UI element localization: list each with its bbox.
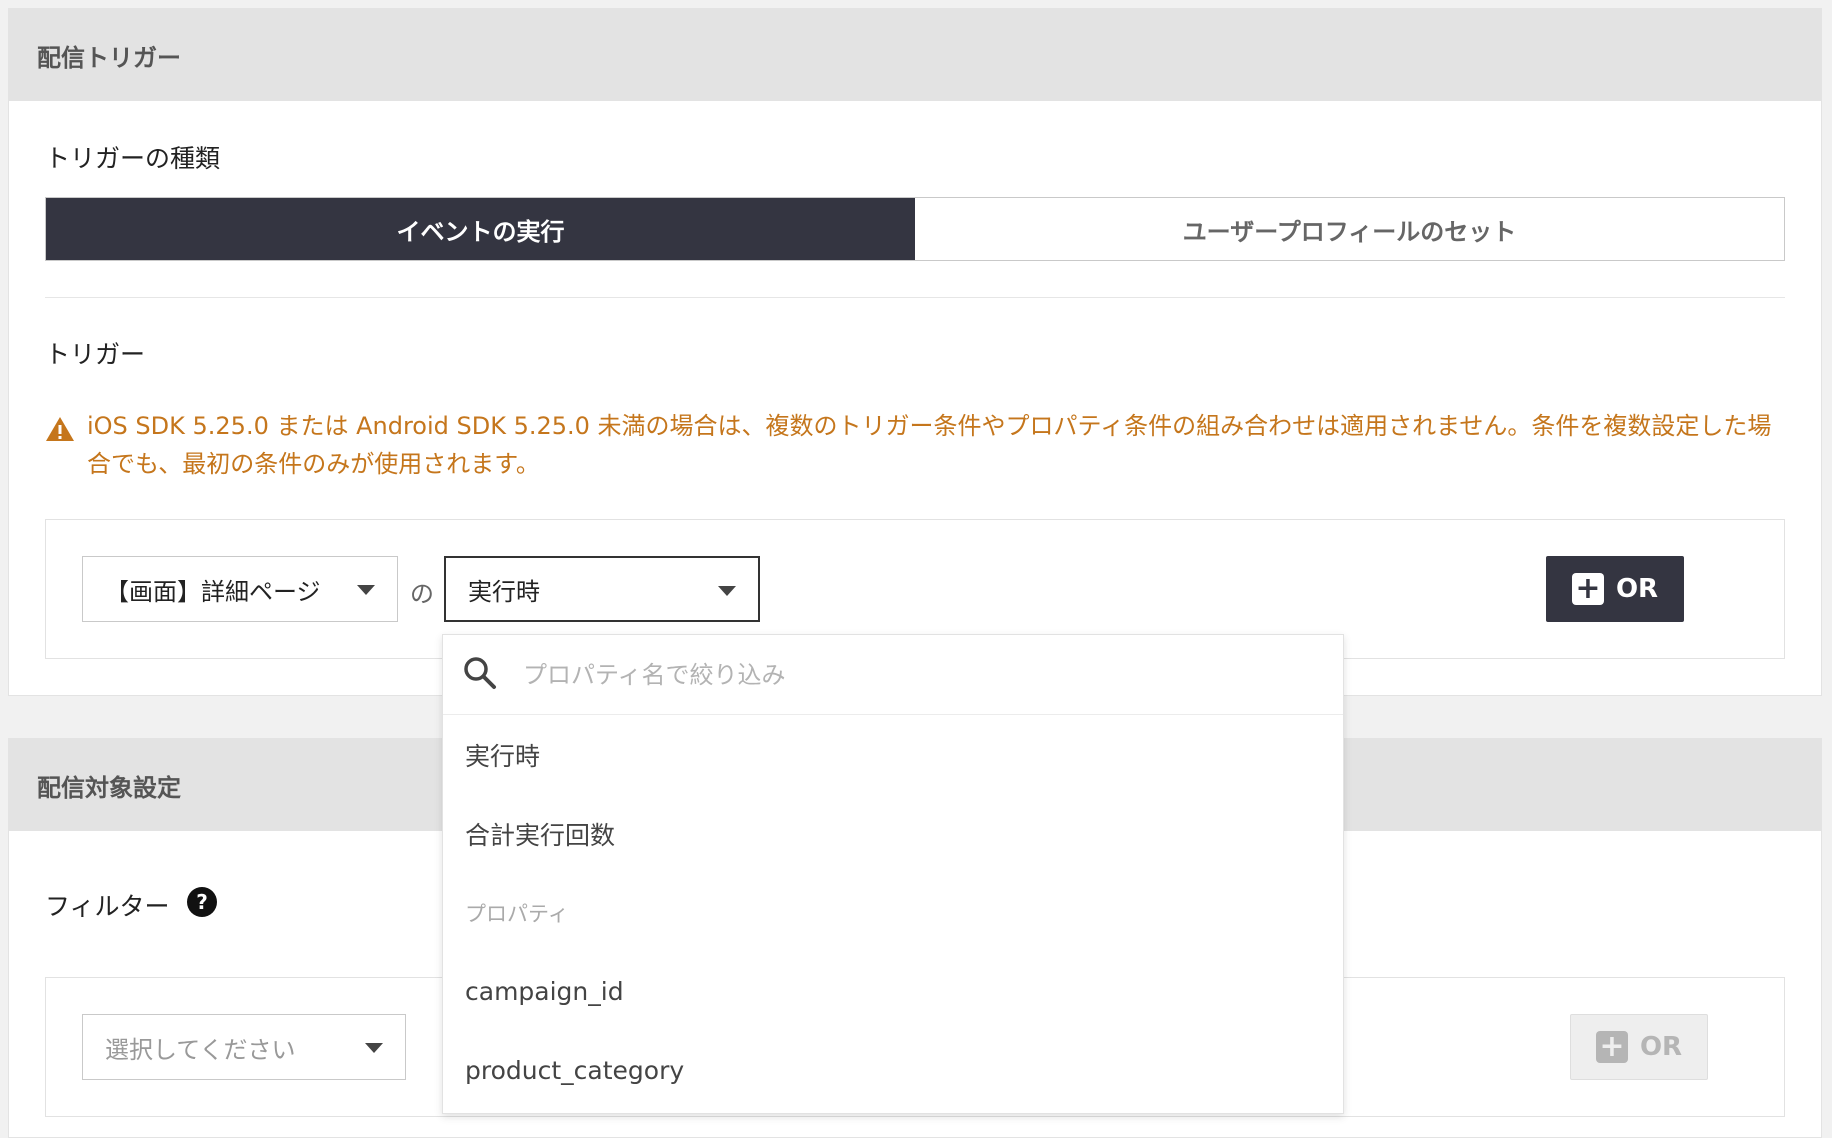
add-or-button[interactable]: + OR	[1546, 556, 1684, 622]
trigger-type-label: トリガーの種類	[45, 144, 221, 173]
sdk-warning: iOS SDK 5.25.0 または Android SDK 5.25.0 未満…	[45, 407, 1785, 483]
divider	[45, 297, 1785, 298]
chevron-down-icon	[718, 586, 736, 596]
or-button-label: OR	[1639, 1032, 1683, 1062]
dropdown-item-total-count[interactable]: 合計実行回数	[443, 794, 1343, 873]
trigger-type-profile-button[interactable]: ユーザープロフィールのセット	[915, 198, 1784, 260]
plus-icon: +	[1571, 573, 1604, 605]
event-select-value: 【画面】詳細ページ	[105, 577, 321, 606]
trigger-type-event-button[interactable]: イベントの実行	[46, 198, 915, 260]
property-select-value: 実行時	[468, 577, 540, 606]
property-dropdown-menu: 実行時 合計実行回数 プロパティ campaign_id product_cat…	[442, 634, 1344, 1114]
chevron-down-icon	[365, 1043, 383, 1053]
add-or-button-disabled[interactable]: + OR	[1570, 1014, 1708, 1080]
property-select[interactable]: 実行時	[444, 556, 760, 622]
search-icon	[463, 656, 497, 694]
warning-icon	[45, 407, 87, 483]
dropdown-item-campaign-id[interactable]: campaign_id	[443, 952, 1343, 1031]
section-title: 配信トリガー	[9, 9, 1821, 101]
or-button-label: OR	[1615, 574, 1659, 604]
filter-label: フィルター	[45, 892, 170, 921]
chevron-down-icon	[357, 585, 375, 595]
event-select[interactable]: 【画面】詳細ページ	[82, 556, 398, 622]
property-search-input[interactable]	[521, 659, 1221, 690]
help-icon[interactable]: ?	[187, 887, 217, 917]
delivery-trigger-section: 配信トリガー トリガーの種類 イベントの実行 ユーザープロフィールのセット トリ…	[8, 8, 1822, 696]
trigger-label: トリガー	[45, 340, 146, 369]
dropdown-item-product-category[interactable]: product_category	[443, 1031, 1343, 1110]
warning-text: iOS SDK 5.25.0 または Android SDK 5.25.0 未満…	[87, 412, 1772, 478]
connector-text: の	[410, 580, 434, 608]
dropdown-search	[443, 635, 1343, 715]
plus-icon: +	[1595, 1031, 1628, 1063]
filter-select-placeholder: 選択してください	[105, 1035, 296, 1064]
filter-select[interactable]: 選択してください	[82, 1014, 406, 1080]
dropdown-group-header: プロパティ	[465, 901, 569, 926]
trigger-type-segmented-control: イベントの実行 ユーザープロフィールのセット	[45, 197, 1785, 261]
dropdown-item-execution-time[interactable]: 実行時	[443, 715, 1343, 794]
